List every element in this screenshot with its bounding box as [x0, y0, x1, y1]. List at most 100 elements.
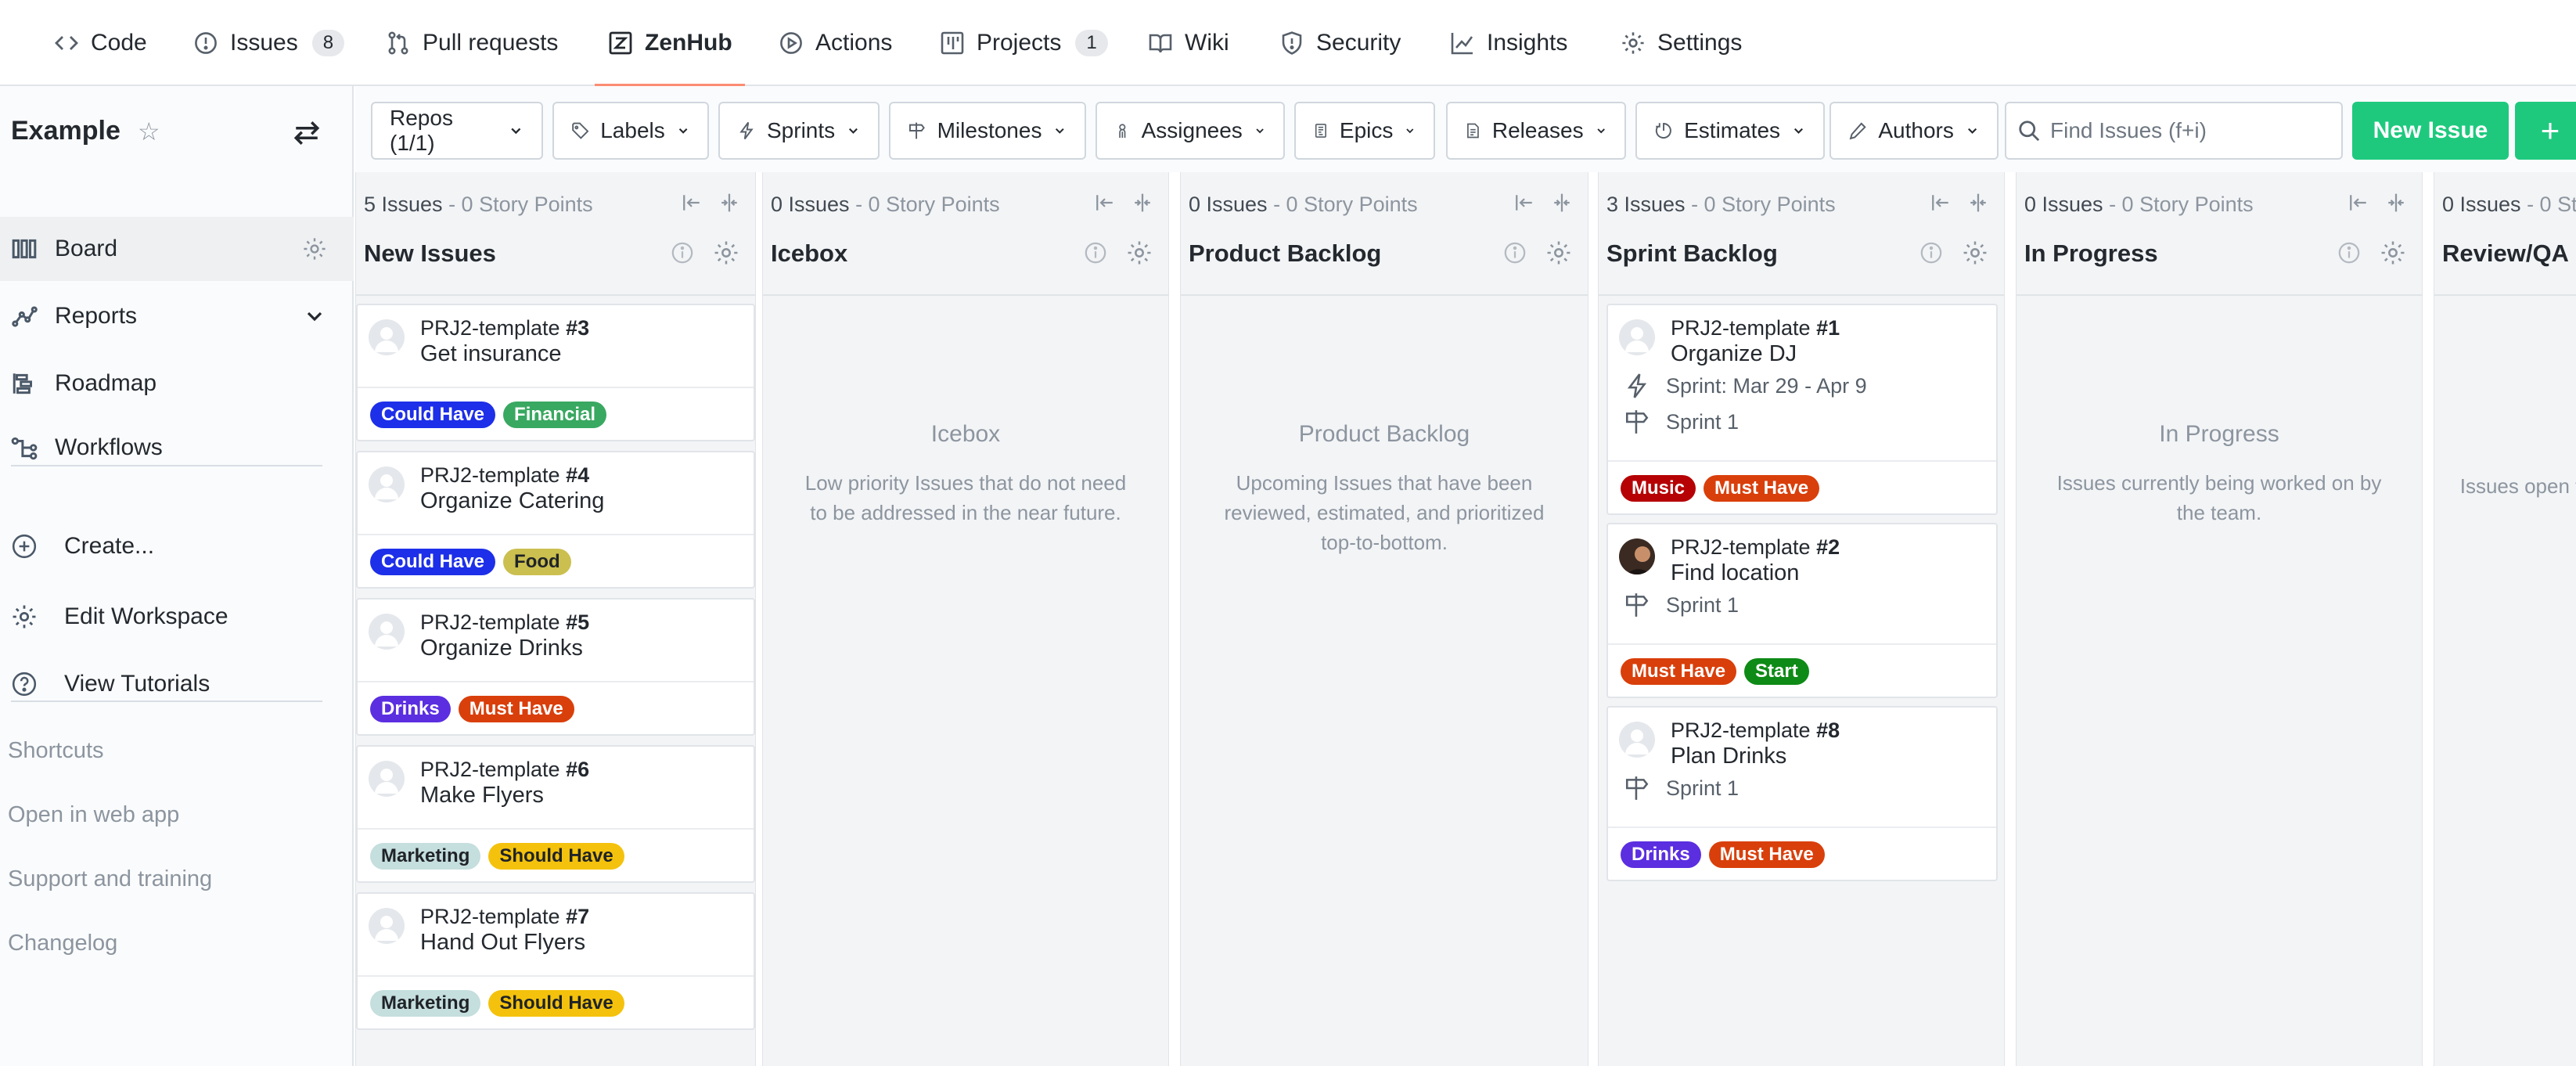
nav-settings[interactable]: Settings	[1620, 0, 1742, 86]
label-badge[interactable]: Must Have	[458, 696, 574, 722]
add-button[interactable]: +	[2515, 102, 2576, 160]
releases-filter[interactable]: Releases	[1446, 102, 1626, 160]
issue-card[interactable]: PRJ2-template #3 Get insurance Could Hav…	[356, 304, 755, 441]
nav-issues[interactable]: Issues 8	[192, 0, 345, 86]
gear-icon[interactable]	[2380, 239, 2406, 266]
gear-icon[interactable]	[1545, 239, 1572, 266]
pull-request-icon	[385, 30, 412, 56]
collapse-left-icon[interactable]	[2348, 193, 2369, 213]
story-points: - 0 Story Points	[2527, 193, 2576, 216]
collapse-left-icon[interactable]	[1930, 193, 1951, 213]
sidebar-create[interactable]: Create...	[0, 514, 354, 578]
column-title: Sprint Backlog	[1606, 239, 1778, 267]
gear-icon[interactable]	[1962, 239, 1988, 266]
chevron-down-icon[interactable]	[302, 304, 327, 329]
nav-security[interactable]: Security	[1279, 0, 1401, 86]
label-badge[interactable]: Marketing	[370, 990, 481, 1017]
collapse-column-icon[interactable]	[1968, 193, 1988, 213]
nav-zenhub-label: ZenHub	[645, 30, 732, 56]
gear-icon[interactable]	[1126, 239, 1153, 266]
assignees-filter[interactable]: Assignees	[1096, 102, 1285, 160]
collapse-column-icon[interactable]	[2386, 193, 2406, 213]
star-icon[interactable]: ☆	[138, 117, 160, 146]
label-badge[interactable]: Food	[503, 549, 571, 575]
column-meta: 0 Issues - 0 Story Points	[1189, 193, 1418, 217]
collapse-column-icon[interactable]	[719, 193, 739, 213]
search-icon	[2019, 121, 2040, 142]
label-badge[interactable]: Drinks	[370, 696, 451, 722]
nav-insights[interactable]: Insights	[1449, 0, 1567, 86]
sidebar-item-reports[interactable]: Reports	[0, 284, 354, 348]
info-icon[interactable]	[1919, 241, 1943, 265]
issue-number: #3	[566, 316, 590, 340]
issue-card[interactable]: PRJ2-template #7 Hand Out Flyers Marketi…	[356, 892, 755, 1030]
release-icon	[1467, 123, 1479, 139]
open-web-app-link[interactable]: Open in web app	[8, 802, 179, 828]
nav-code[interactable]: Code	[53, 0, 147, 86]
shortcuts-link[interactable]: Shortcuts	[8, 738, 104, 764]
issue-card[interactable]: PRJ2-template #5 Organize Drinks Drinks …	[356, 598, 755, 736]
label-badge[interactable]: Could Have	[370, 402, 496, 428]
sidebar-item-roadmap[interactable]: Roadmap	[0, 351, 354, 416]
nav-zenhub[interactable]: ZenHub	[595, 0, 745, 87]
label-badge[interactable]: Should Have	[488, 990, 624, 1017]
collapse-left-icon[interactable]	[682, 193, 702, 213]
label-badge[interactable]: Could Have	[370, 549, 496, 575]
sidebar-view-tutorials[interactable]: View Tutorials	[0, 652, 354, 716]
info-icon[interactable]	[1503, 241, 1527, 265]
gear-icon[interactable]	[713, 239, 739, 266]
label-badge[interactable]: Must Have	[1708, 841, 1825, 868]
repos-filter[interactable]: Repos (1/1)	[371, 102, 543, 160]
new-issue-button[interactable]: New Issue	[2352, 102, 2509, 160]
changelog-link[interactable]: Changelog	[8, 931, 117, 956]
issue-card[interactable]: PRJ2-template #6 Make Flyers Marketing S…	[356, 745, 755, 883]
collapse-left-icon[interactable]	[1514, 193, 1534, 213]
sidebar-item-workflows[interactable]: Workflows	[0, 416, 354, 480]
repo-name: PRJ2-template	[420, 316, 567, 340]
find-issues-search[interactable]	[2005, 102, 2343, 160]
workspace-sidebar: Example ☆ Board Reports Roadmap Workflow…	[0, 86, 354, 1066]
authors-filter[interactable]: Authors	[1829, 102, 1999, 160]
label-badge[interactable]: Financial	[503, 402, 607, 428]
search-input[interactable]	[2050, 118, 2332, 143]
nav-pull-requests[interactable]: Pull requests	[385, 0, 558, 86]
story-points: - 0 Story Points	[849, 193, 1000, 216]
label-badge[interactable]: Marketing	[370, 843, 481, 870]
collapse-left-icon[interactable]	[1095, 193, 1115, 213]
issue-card[interactable]: PRJ2-template #4 Organize Catering Could…	[356, 451, 755, 589]
nav-projects[interactable]: Projects 1	[939, 0, 1108, 86]
label-badge[interactable]: Must Have	[1621, 658, 1737, 685]
info-icon[interactable]	[2337, 241, 2361, 265]
collapse-column-icon[interactable]	[1132, 193, 1153, 213]
collapse-column-icon[interactable]	[1552, 193, 1572, 213]
nav-projects-label: Projects	[977, 30, 1062, 56]
issue-card[interactable]: PRJ2-template #1 Organize DJ Sprint: Mar…	[1606, 304, 1998, 515]
nav-wiki[interactable]: Wiki	[1147, 0, 1229, 86]
empty-title: In Progress	[2159, 421, 2279, 447]
issue-card[interactable]: PRJ2-template #2 Find location Sprint 1 …	[1606, 523, 1998, 698]
label-badge[interactable]: Drinks	[1621, 841, 1701, 868]
board-toolbar: Repos (1/1) Labels Sprints Milestones As…	[355, 86, 2576, 172]
info-icon[interactable]	[1084, 241, 1107, 265]
epics-filter[interactable]: Epics	[1294, 102, 1435, 160]
issue-title: Organize DJ	[1671, 341, 1797, 366]
labels-filter[interactable]: Labels	[552, 102, 709, 160]
chevron-down-icon	[849, 128, 858, 134]
switch-workspace-icon[interactable]	[291, 117, 322, 149]
label-badge[interactable]: Music	[1621, 475, 1696, 502]
label-badge[interactable]: Should Have	[488, 843, 624, 870]
label-badge[interactable]: Start	[1744, 658, 1809, 685]
issue-number: #6	[566, 758, 590, 781]
milestone-icon	[1625, 410, 1649, 434]
sidebar-edit-workspace[interactable]: Edit Workspace	[0, 585, 354, 649]
estimates-filter[interactable]: Estimates	[1635, 102, 1825, 160]
milestones-filter[interactable]: Milestones	[889, 102, 1086, 160]
board-settings-gear-icon[interactable]	[302, 236, 327, 261]
sidebar-item-board[interactable]: Board	[0, 217, 354, 281]
info-icon[interactable]	[671, 241, 694, 265]
nav-actions[interactable]: Actions	[778, 0, 892, 86]
support-training-link[interactable]: Support and training	[8, 866, 212, 892]
sprints-filter[interactable]: Sprints	[718, 102, 880, 160]
label-badge[interactable]: Must Have	[1704, 475, 1820, 502]
issue-card[interactable]: PRJ2-template #8 Plan Drinks Sprint 1 Dr…	[1606, 706, 1998, 881]
